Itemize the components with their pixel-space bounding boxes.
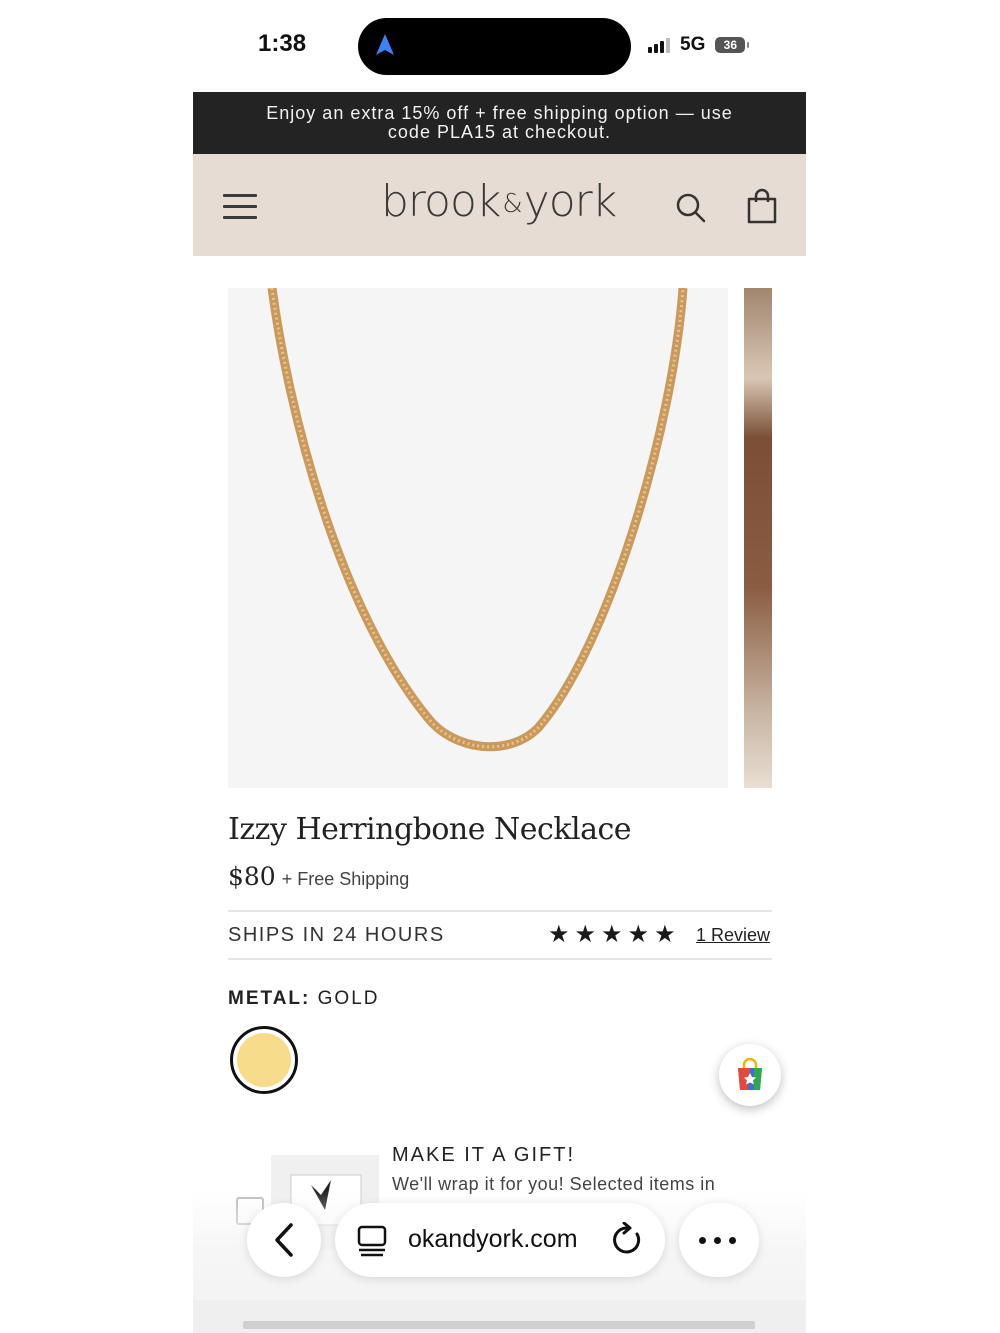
metal-label-value: GOLD: [317, 988, 380, 1009]
divider: [228, 910, 772, 912]
logo-ampersand: &: [502, 189, 522, 219]
product-image-main[interactable]: [228, 287, 728, 788]
reload-icon[interactable]: [611, 1221, 645, 1263]
product-price: $80: [228, 862, 276, 891]
rating-stars[interactable]: ★ ★ ★ ★ ★: [548, 921, 676, 947]
logo-text-right: york: [523, 176, 618, 227]
metal-swatch-gold[interactable]: [230, 1026, 298, 1094]
product-image-next[interactable]: [744, 288, 772, 788]
swatch-fill: [237, 1033, 291, 1087]
divider: [228, 958, 772, 960]
signal-icon: [648, 37, 670, 53]
bottom-strip: [193, 1300, 806, 1333]
more-dots-icon: [699, 1237, 736, 1244]
star-icon: ★: [601, 920, 623, 948]
price-row: $80 + Free Shipping: [228, 862, 409, 891]
promo-line-2: code PLA15 at checkout.: [387, 122, 612, 142]
promo-banner[interactable]: Enjoy an extra 15% off + free shipping o…: [193, 92, 806, 154]
chevron-left-icon: [275, 1223, 293, 1257]
hamburger-menu-icon[interactable]: [223, 194, 257, 227]
dynamic-island: [358, 18, 631, 75]
status-indicators: 5G 36: [648, 34, 750, 56]
metal-label: METAL: GOLD: [228, 988, 380, 1010]
brand-logo[interactable]: brook&york: [381, 176, 618, 227]
browser-more-button[interactable]: [679, 1203, 759, 1277]
shopping-bag-icon[interactable]: [746, 188, 778, 229]
network-label: 5G: [680, 34, 706, 55]
logo-text-left: brook: [381, 176, 501, 227]
review-link[interactable]: 1 Review: [696, 925, 770, 946]
browser-address-bar[interactable]: okandyork.com: [335, 1203, 665, 1277]
product-title: Izzy Herringbone Necklace: [228, 812, 632, 847]
necklace-illustration: [267, 287, 688, 752]
status-time: 1:38: [258, 30, 307, 57]
gift-title: MAKE IT A GIFT!: [392, 1144, 575, 1166]
battery-level: 36: [723, 38, 738, 52]
metal-label-key: METAL:: [228, 988, 311, 1009]
site-header: brook&york: [193, 154, 806, 256]
star-icon: ★: [627, 920, 650, 948]
star-icon: ★: [548, 920, 570, 948]
search-icon[interactable]: [675, 192, 707, 229]
browser-back-button[interactable]: [247, 1203, 321, 1277]
ships-badge: SHIPS IN 24 HOURS: [228, 924, 445, 946]
star-icon: ★: [574, 920, 597, 948]
shopping-bag-badge-icon: [734, 1057, 766, 1097]
tabs-icon[interactable]: [355, 1225, 389, 1262]
star-icon: ★: [654, 920, 676, 948]
url-text[interactable]: okandyork.com: [408, 1225, 578, 1254]
shopping-assistant-button[interactable]: [719, 1044, 781, 1106]
battery-icon: 36: [715, 37, 750, 53]
shipping-note: + Free Shipping: [281, 869, 410, 889]
promo-line-1: Enjoy an extra 15% off + free shipping o…: [266, 103, 733, 123]
navigation-arrow-icon: [374, 33, 396, 62]
